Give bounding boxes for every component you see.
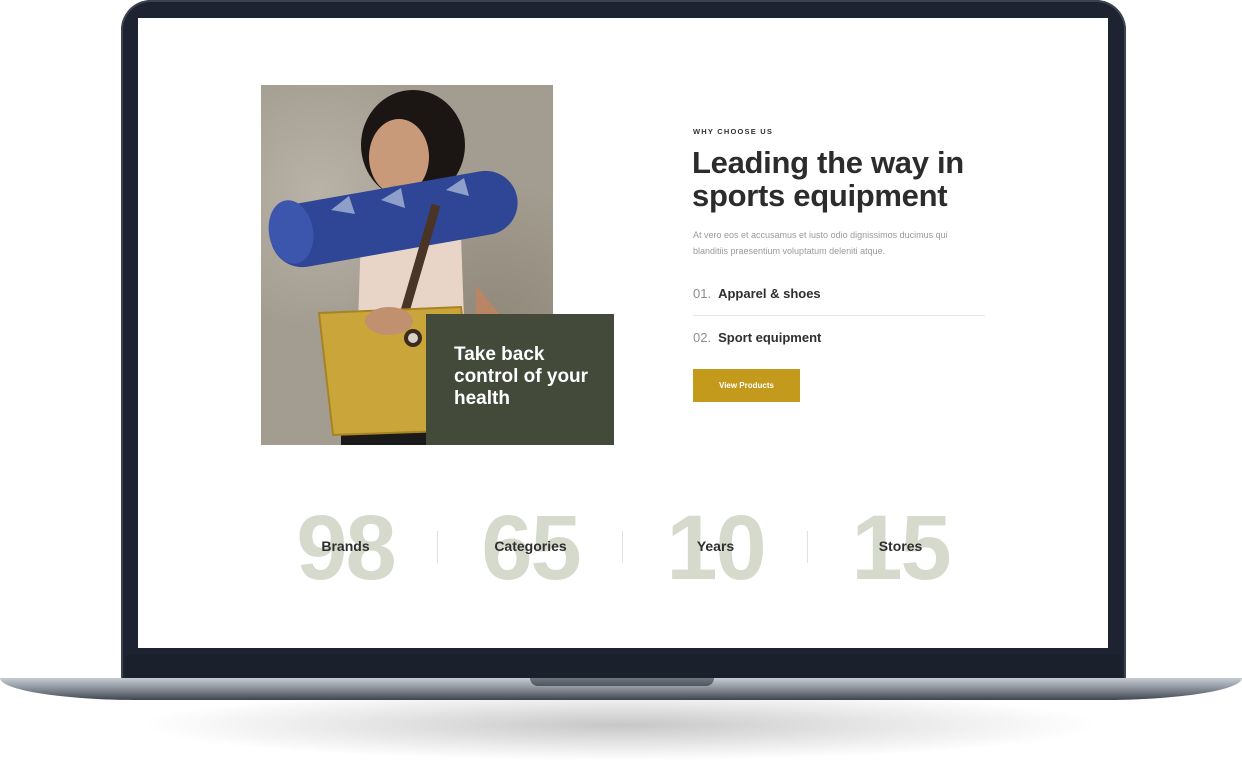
feature-number: 02. xyxy=(693,329,712,345)
stat-stores: 15 Stores xyxy=(808,498,993,598)
stat-brands: 98 Brands xyxy=(253,498,438,598)
feature-label: Sport equipment xyxy=(718,329,822,345)
feature-number: 01. xyxy=(693,285,712,301)
website-screen: Take back control of your health WHY CHO… xyxy=(138,18,1108,648)
feature-item-equipment[interactable]: 02. Sport equipment xyxy=(693,321,985,353)
stat-label: Stores xyxy=(878,538,923,554)
stat-label: Years xyxy=(696,538,735,554)
stat-years: 10 Years xyxy=(623,498,808,598)
stat-categories: 65 Categories xyxy=(438,498,623,598)
view-products-button[interactable]: View Products xyxy=(693,369,800,402)
stat-label: Brands xyxy=(321,538,370,554)
laptop-shadow xyxy=(150,690,1090,760)
feature-item-apparel[interactable]: 01. Apparel & shoes xyxy=(693,277,985,316)
feature-label: Apparel & shoes xyxy=(718,285,821,301)
section-eyebrow: WHY CHOOSE US xyxy=(693,127,774,136)
section-headline: Leading the way in sports equipment xyxy=(692,145,964,213)
section-lead-text: At vero eos et accusamus et iusto odio d… xyxy=(693,230,948,256)
laptop-base-notch xyxy=(530,678,714,686)
promo-box: Take back control of your health xyxy=(426,314,614,445)
promo-text: Take back control of your health xyxy=(454,344,589,409)
stat-label: Categories xyxy=(494,538,567,554)
